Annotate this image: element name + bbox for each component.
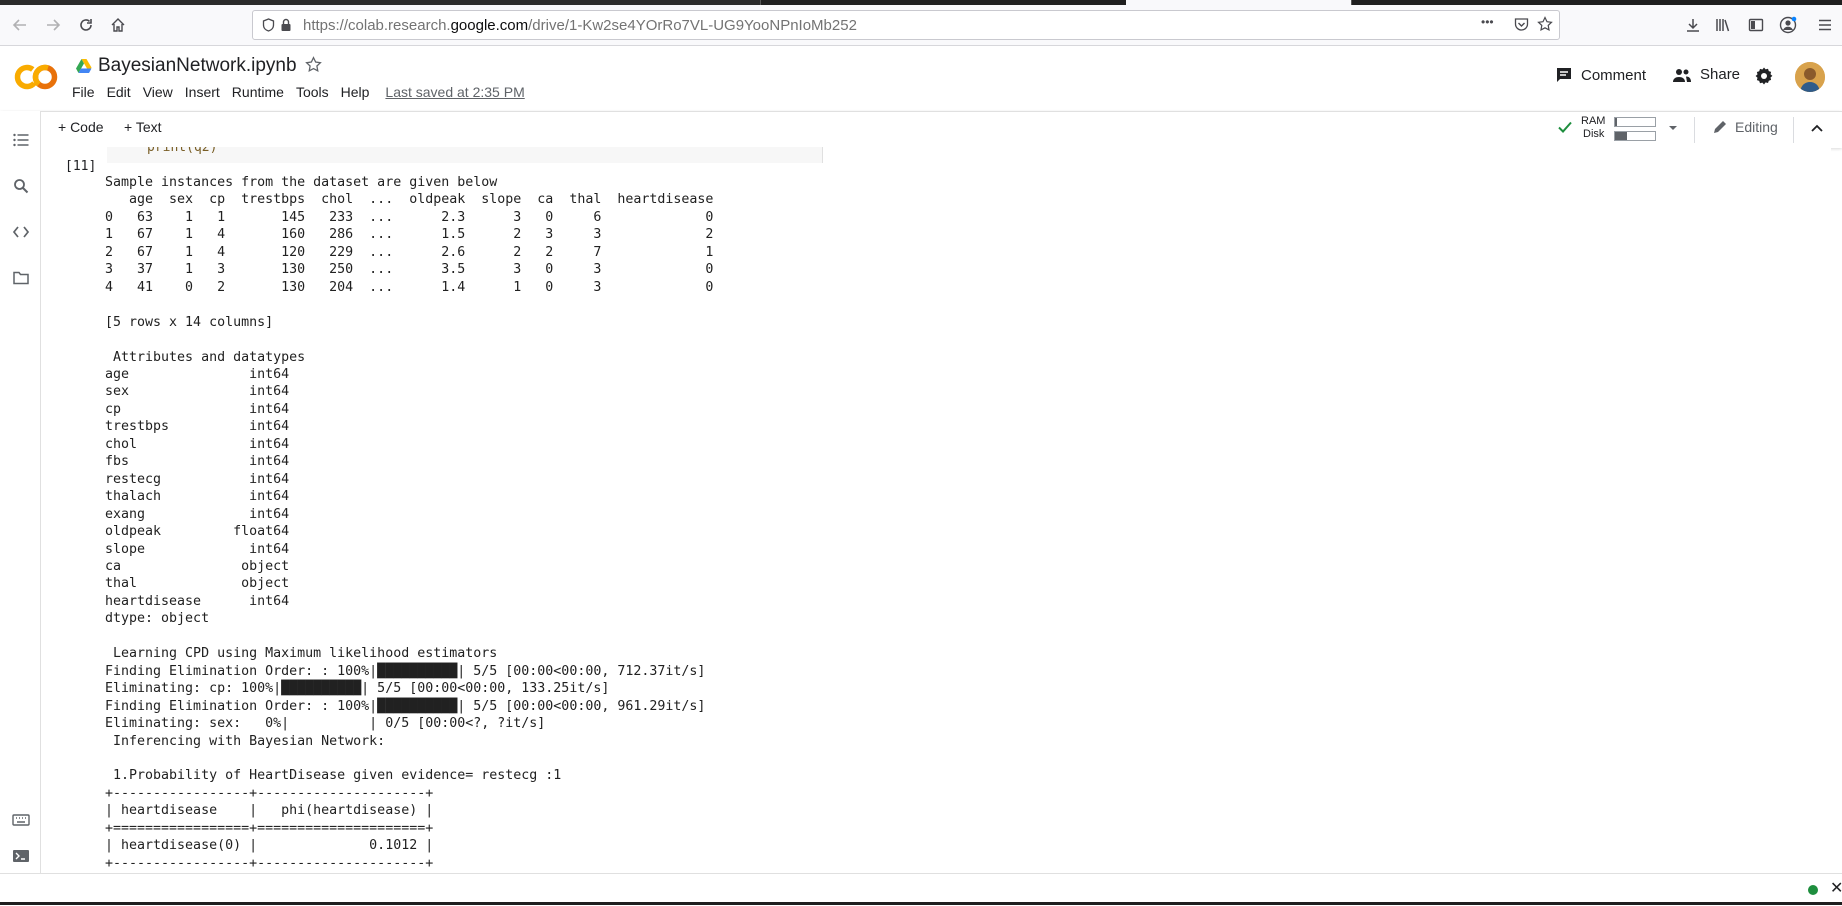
- disk-usage-fill: [1615, 132, 1627, 140]
- comment-icon: [1557, 68, 1571, 82]
- star-icon[interactable]: [1536, 15, 1554, 33]
- menu-insert[interactable]: Insert: [185, 84, 220, 100]
- shield-icon[interactable]: [259, 16, 277, 34]
- reload-icon[interactable]: [73, 12, 99, 38]
- code-snippets-icon[interactable]: [10, 221, 32, 243]
- hamburger-menu-icon[interactable]: [1812, 12, 1838, 38]
- url-bar[interactable]: https://colab.research.google.com/drive/…: [252, 10, 1560, 40]
- connected-check-icon: [1556, 118, 1574, 141]
- menu-view[interactable]: View: [143, 84, 173, 100]
- menu-bar: File Edit View Insert Runtime Tools Help…: [72, 84, 537, 100]
- disk-label: Disk: [1583, 128, 1605, 140]
- files-folder-icon[interactable]: [10, 267, 32, 289]
- page-actions-icon[interactable]: •••: [1481, 15, 1494, 29]
- home-icon[interactable]: [105, 12, 131, 38]
- sidebar-icon[interactable]: [1743, 12, 1769, 38]
- download-icon[interactable]: [1680, 12, 1706, 38]
- code-line: print(q2): [147, 147, 218, 155]
- execution-count: [11]: [65, 159, 97, 174]
- add-code-button[interactable]: + Code: [58, 119, 104, 135]
- lock-icon[interactable]: [277, 16, 295, 34]
- menu-tools[interactable]: Tools: [296, 84, 329, 100]
- menu-edit[interactable]: Edit: [107, 84, 131, 100]
- notebook-title[interactable]: BayesianNetwork.ipynb: [98, 55, 297, 77]
- pencil-icon: [1714, 121, 1726, 133]
- google-drive-icon[interactable]: [76, 59, 92, 78]
- keyboard-icon[interactable]: [10, 809, 32, 831]
- left-sidebar-rail: [0, 111, 41, 873]
- last-saved-link[interactable]: Last saved at 2:35 PM: [385, 84, 524, 100]
- ram-usage-bar[interactable]: [1614, 117, 1656, 127]
- library-icon[interactable]: [1710, 12, 1736, 38]
- disk-usage-bar[interactable]: [1614, 131, 1656, 141]
- people-icon: [1673, 68, 1691, 82]
- editing-mode-button[interactable]: Editing: [1712, 119, 1778, 135]
- menu-file[interactable]: File: [72, 84, 95, 100]
- toolbar-divider: [1694, 117, 1695, 143]
- colab-logo[interactable]: [14, 62, 58, 92]
- notebook-toolbar: + Code + Text RAM Disk Editing: [0, 111, 1842, 148]
- comment-label: Comment: [1581, 66, 1647, 84]
- resources-dropdown-icon[interactable]: [1668, 120, 1678, 138]
- url-text: https://colab.research.google.com/drive/…: [303, 16, 857, 34]
- runtime-status-indicator[interactable]: [1808, 885, 1818, 895]
- settings-gear-icon[interactable]: [1754, 66, 1774, 86]
- share-label: Share: [1700, 66, 1741, 83]
- forward-icon[interactable]: [40, 12, 66, 38]
- star-notebook-icon[interactable]: [305, 56, 322, 78]
- menu-help[interactable]: Help: [341, 84, 370, 100]
- notebook-content: print(q2) [11] Sample instances from the…: [41, 147, 1831, 873]
- account-icon[interactable]: [1775, 12, 1801, 38]
- terminal-icon[interactable]: [10, 845, 32, 867]
- cell-output-text: Sample instances from the dataset are gi…: [105, 175, 714, 871]
- toolbar-divider: [1793, 117, 1794, 143]
- menu-runtime[interactable]: Runtime: [232, 84, 284, 100]
- resource-labels: RAM Disk: [1581, 115, 1606, 140]
- add-text-button[interactable]: + Text: [124, 119, 162, 135]
- back-icon[interactable]: [7, 12, 33, 38]
- close-icon[interactable]: ✕: [1830, 878, 1842, 898]
- comment-button[interactable]: Comment: [1555, 66, 1646, 84]
- collapse-header-chevron-up-icon[interactable]: [1810, 121, 1824, 140]
- code-cell-editor[interactable]: print(q2): [107, 147, 823, 163]
- browser-navbar: https://colab.research.google.com/drive/…: [0, 5, 1842, 46]
- colab-header: BayesianNetwork.ipynb File Edit View Ins…: [0, 46, 1842, 110]
- avatar[interactable]: [1795, 62, 1825, 92]
- editing-label: Editing: [1735, 119, 1778, 135]
- ram-usage-fill: [1615, 118, 1617, 126]
- share-button[interactable]: Share: [1672, 66, 1740, 83]
- search-icon[interactable]: [10, 175, 32, 197]
- ram-label: RAM: [1581, 115, 1606, 127]
- table-of-contents-icon[interactable]: [10, 129, 32, 151]
- pocket-icon[interactable]: [1512, 15, 1530, 33]
